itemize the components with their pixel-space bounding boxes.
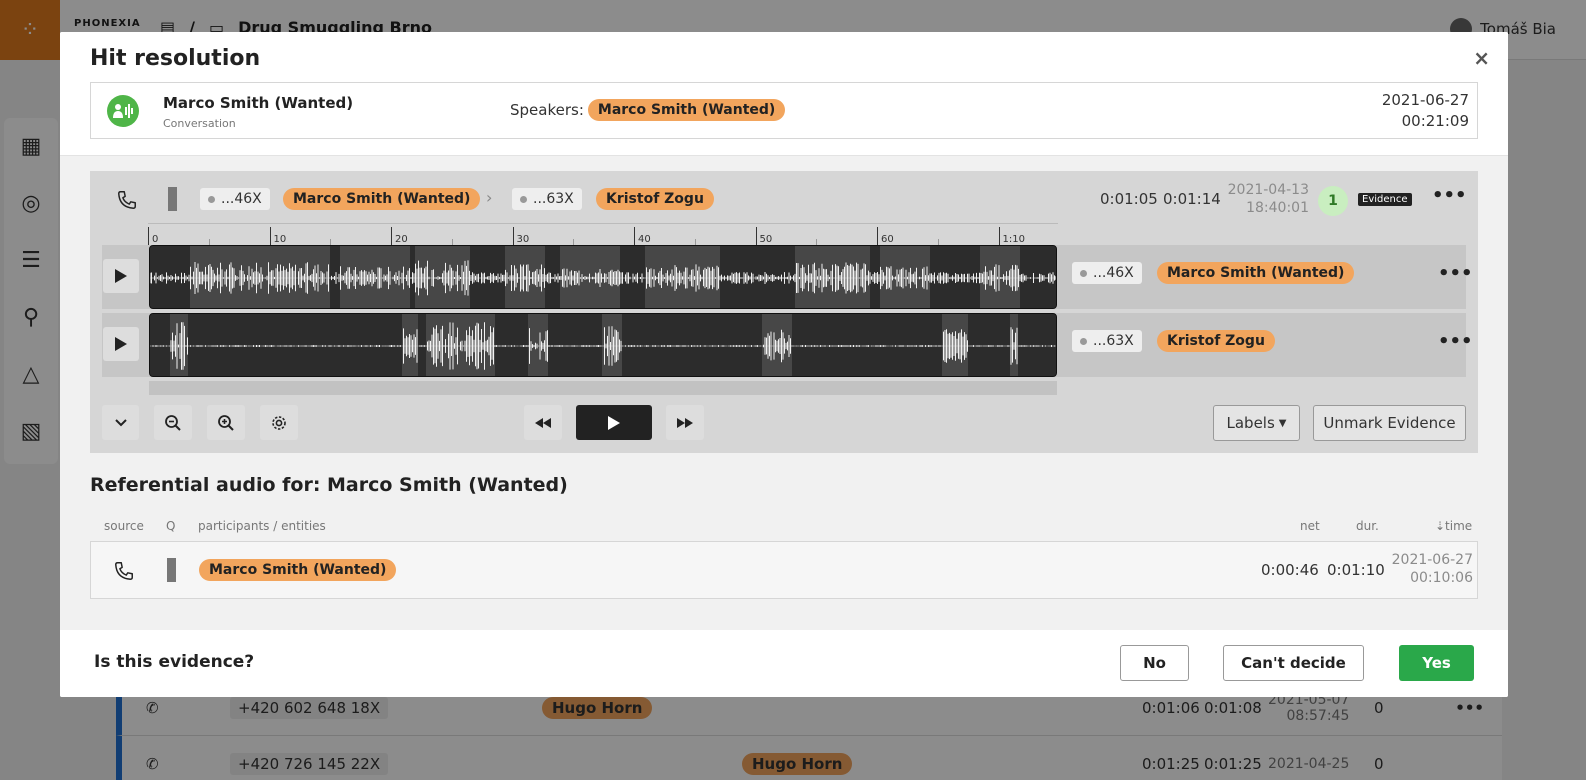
modal-header: Hit resolution × Marco Smith (Wanted) Co… [60,32,1508,156]
col-participants[interactable]: participants / entities [198,519,326,533]
track-play-button[interactable] [103,327,139,361]
waveform[interactable] [149,313,1057,377]
waveform[interactable] [149,245,1057,309]
ruler-label: 20 [395,234,408,245]
voice-profile-icon [107,95,139,127]
callee-number-chip: ...63X [512,188,582,210]
rewind-button[interactable] [524,405,562,440]
call-datetime: 2021-04-13 18:40:01 [1227,182,1309,216]
track-speaker-tag[interactable]: Kristof Zogu [1157,330,1275,352]
referential-table-header: source Q participants / entities net dur… [90,519,1478,535]
cant-decide-button[interactable]: Can't decide [1223,645,1364,681]
zoom-in-button[interactable] [207,405,245,440]
play-button[interactable] [576,405,652,440]
callee-tag[interactable]: Kristof Zogu [596,188,714,210]
close-icon[interactable]: × [1473,46,1490,70]
more-icon[interactable]: ••• [1438,331,1473,352]
hit-type: Conversation [163,117,236,130]
hit-name: Marco Smith (Wanted) [163,94,354,112]
track-row: ...46X Marco Smith (Wanted) ••• [102,245,1473,309]
chevron-right-icon: › [486,188,493,207]
phone-icon [116,189,138,215]
col-source[interactable]: source [104,519,144,533]
hit-resolution-modal: Hit resolution × Marco Smith (Wanted) Co… [60,32,1508,697]
caller-tag[interactable]: Marco Smith (Wanted) [283,188,481,210]
hit-date: 2021-06-27 [1381,91,1469,109]
hit-time: 00:21:09 [1401,112,1469,130]
speakers: Speakers: Marco Smith (Wanted) [510,99,786,121]
referential-title: Referential audio for: Marco Smith (Want… [90,474,568,496]
evidence-question: Is this evidence? [94,652,255,672]
caller-number-chip: ...46X [200,188,270,210]
col-time[interactable]: ⇣time [1435,519,1472,533]
ruler-label: 10 [273,234,287,245]
call-info-bar: ...46X Marco Smith (Wanted) › ...63X Kri… [90,171,1478,223]
more-icon[interactable]: ••• [1438,263,1473,284]
referential-row[interactable]: Marco Smith (Wanted) 0:00:46 0:01:10 202… [90,541,1478,599]
ruler-label: 50 [759,234,773,245]
net-time: 0:01:05 [1100,190,1158,208]
zoom-out-button[interactable] [154,405,192,440]
col-duration[interactable]: dur. [1356,519,1379,533]
speakers-label: Speakers: [510,101,584,119]
time-ruler: 0 10 20 30 40 50 60 1:10 [148,223,1058,245]
modal-footer: Is this evidence? No Can't decide Yes [60,630,1508,697]
hit-count-badge: 1 [1318,186,1348,216]
ruler-label: 0 [152,234,159,245]
evidence-badge: Evidence [1358,193,1412,206]
quality-indicator [168,187,177,211]
collapse-button[interactable] [102,405,139,440]
ruler-label: 30 [516,234,530,245]
ruler-label: 40 [638,234,651,245]
track-number-chip: ...63X [1072,330,1142,352]
audio-player: ...46X Marco Smith (Wanted) › ...63X Kri… [90,171,1478,453]
track-play-button[interactable] [103,259,139,293]
speaker-tag[interactable]: Marco Smith (Wanted) [587,99,786,121]
ruler-label: 60 [881,234,894,245]
duration: 0:01:14 [1163,190,1221,208]
gear-icon [272,415,286,430]
track-number-chip: ...46X [1072,262,1142,284]
yes-button[interactable]: Yes [1399,645,1474,681]
labels-dropdown[interactable]: Labels ▼ [1213,405,1300,441]
ruler-label: 1:10 [1002,234,1025,245]
net-time: 0:00:46 [1261,561,1319,579]
speaker-tag[interactable]: Marco Smith (Wanted) [199,559,397,581]
fast-forward-button[interactable] [666,405,704,440]
waveform-scrollbar[interactable] [149,381,1057,395]
duration: 0:01:10 [1327,561,1385,579]
phone-icon [113,560,135,586]
more-icon[interactable]: ••• [1432,185,1467,206]
hit-datetime: 2021-06-27 00:21:09 [1382,90,1469,132]
quality-indicator [167,558,176,582]
col-quality[interactable]: Q [166,519,175,533]
track-row: ...63X Kristof Zogu ••• [102,313,1473,377]
settings-button[interactable] [260,405,298,440]
row-datetime: 2021-06-27 00:10:06 [1391,552,1473,586]
unmark-evidence-button[interactable]: Unmark Evidence [1313,405,1466,441]
col-net[interactable]: net [1300,519,1320,533]
modal-title: Hit resolution [90,46,261,71]
track-speaker-tag[interactable]: Marco Smith (Wanted) [1157,262,1355,284]
no-button[interactable]: No [1120,645,1189,681]
hit-summary-card: Marco Smith (Wanted) Conversation Speake… [90,82,1478,139]
caret-down-icon: ▼ [1278,417,1287,429]
